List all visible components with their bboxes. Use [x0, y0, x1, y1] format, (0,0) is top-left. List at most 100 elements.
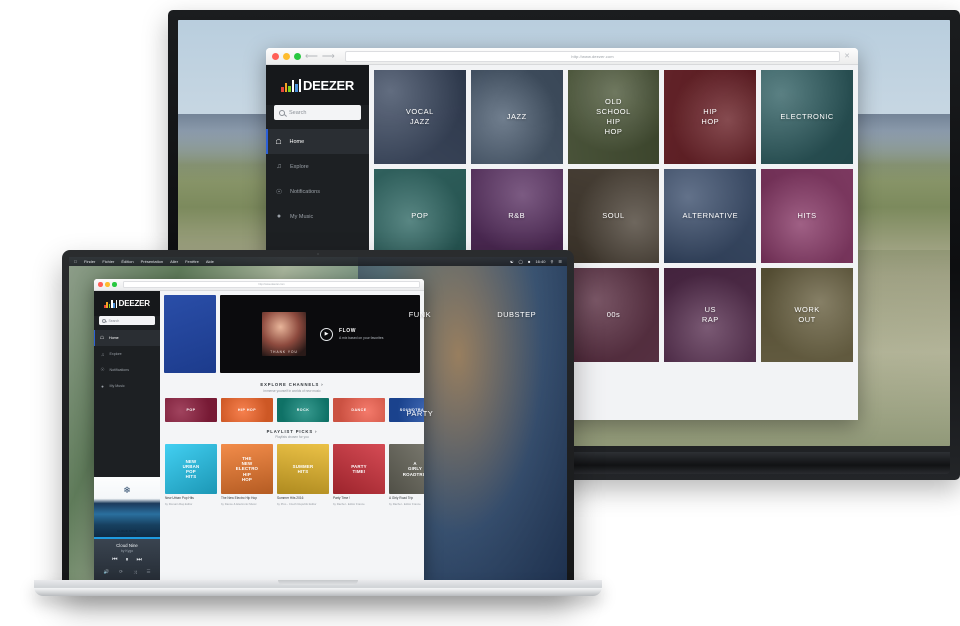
playlist-cover: SUMMER HITS [277, 444, 329, 494]
shuffle-button[interactable]: ⤨ [133, 570, 137, 575]
channel-tile[interactable]: HIP HOP [664, 70, 757, 164]
sidebar-item-my-music[interactable]: ● My Music [266, 204, 369, 229]
music-note-icon: ♫ [100, 351, 105, 357]
previous-button[interactable]: ⏮ [112, 557, 117, 564]
hero-side-card[interactable] [164, 295, 216, 373]
playlist-card[interactable]: THE NEW ELECTRO HIP HOP The New Electro Hip H… [221, 444, 273, 506]
tv-search-input[interactable]: Search [274, 105, 361, 120]
flow-title: FLOW [339, 328, 357, 334]
playlist-author: by Rachel - Editor France [333, 501, 365, 506]
channel-tile[interactable]: VOCAL JAZZ [374, 70, 466, 164]
channel-label: SOUL [602, 210, 625, 220]
laptop-url-bar[interactable]: http://www.deezer.com [123, 281, 420, 288]
now-playing-panel: ❄ CLOUD NINE Cloud Nine by Kygo ⏮ ⏸ ⏭ 🔊 … [94, 477, 160, 580]
channel-label: HIP HOP [701, 106, 720, 126]
menubar-item-aller[interactable]: Aller [170, 259, 178, 264]
snowflake-icon: ❄ [123, 485, 131, 495]
minimize-traffic-light[interactable] [105, 282, 110, 287]
now-playing-info: Cloud Nine by Kygo ⏮ ⏸ ⏭ 🔊 ⟳ ⤨ ☰ [94, 539, 160, 580]
explore-channel-card[interactable]: ROCK [277, 397, 329, 422]
repeat-button[interactable]: ⟳ [119, 569, 123, 575]
laptop-deezer-app: DEEZER Search ☖ Home ♫ Explore ☉ Notific… [94, 291, 424, 580]
sidebar-item-notifications[interactable]: ☉ Notifications [94, 362, 160, 378]
playlist-author: by Dance & Electronic Music [221, 501, 257, 506]
channel-tile[interactable]: WORK OUT [761, 268, 853, 362]
sidebar-item-notifications[interactable]: ☉ Notifications [266, 179, 369, 204]
sidebar-item-explore[interactable]: ♫ Explore [94, 346, 160, 362]
arrow-right-icon[interactable]: ⟶ [322, 51, 335, 61]
close-icon[interactable]: ✕ [844, 52, 852, 60]
search-icon[interactable]: ⚲ [550, 259, 553, 264]
play-icon[interactable]: ▶ [320, 327, 333, 341]
playlist-author: by Romain Rap Editor [165, 501, 193, 506]
menubar-item-aide[interactable]: Aide [206, 259, 214, 264]
sidebar-item-home[interactable]: ☖ Home [94, 330, 160, 346]
channel-label: US RAP [701, 304, 719, 324]
channel-tile[interactable]: US RAP [664, 268, 757, 362]
wifi-icon[interactable]: ◯ [519, 259, 523, 264]
tv-search-placeholder: Search [289, 109, 307, 116]
bluetooth-icon[interactable]: ☯ [510, 259, 514, 264]
menubar-item-finder[interactable]: Finder [84, 259, 95, 264]
menubar-clock[interactable]: 16:40 [535, 259, 545, 264]
channel-tile[interactable]: OLD SCHOOL HIP HOP [567, 70, 660, 164]
laptop-url-text: http://www.deezer.com [258, 283, 285, 286]
section-title[interactable]: EXPLORE CHANNELS › [160, 382, 424, 387]
channel-tile[interactable]: JAZZ [470, 70, 563, 164]
tv-url-bar[interactable]: http://www.deezer.com [344, 50, 841, 62]
minimize-traffic-light[interactable] [283, 52, 290, 60]
home-icon: ☖ [99, 335, 105, 340]
laptop-browser-titlebar: http://www.deezer.com [94, 279, 424, 291]
playlist-card[interactable]: SUMMER HITS Summer Hits 2016 by Pino - Czec… [277, 444, 329, 506]
menubar-item-fenetre[interactable]: Fenêtre [185, 259, 199, 264]
menubar-item-presentation[interactable]: Présentation [141, 259, 163, 264]
sidebar-item-explore[interactable]: ♫ Explore [266, 154, 369, 179]
pause-button[interactable]: ⏸ [125, 557, 128, 564]
deezer-logo[interactable]: DEEZER [266, 65, 369, 105]
sidebar-item-label: Notifications [290, 188, 320, 195]
section-title[interactable]: PLAYLIST PICKS › [160, 429, 424, 434]
laptop-search-input[interactable]: Search [99, 316, 155, 325]
battery-icon[interactable]: ■ [528, 259, 530, 264]
deezer-logo[interactable]: DEEZER [94, 291, 160, 316]
channel-label: DUBSTEP [497, 309, 537, 319]
zoom-traffic-light[interactable] [294, 52, 301, 60]
next-button[interactable]: ⏭ [137, 557, 142, 564]
search-icon [102, 318, 106, 323]
search-icon [279, 109, 285, 116]
menu-icon[interactable]: ☰ [558, 259, 562, 264]
channel-tile[interactable]: ALTERNATIVE [664, 169, 757, 263]
menubar-item-fichier[interactable]: Fichier [102, 259, 114, 264]
playlist-cover: PARTY TIME! [333, 444, 385, 494]
playlist-card[interactable]: NEW URBAN POP HITS New Urban Pop Hits by Roma… [165, 444, 217, 506]
explore-channel-card[interactable]: DANCE [333, 397, 385, 422]
apple-icon[interactable]:  [74, 259, 77, 264]
channel-tile[interactable]: ELECTRONIC [761, 70, 853, 164]
sidebar-item-my-music[interactable]: ● My Music [94, 378, 160, 394]
arrow-left-icon[interactable]: ⟵ [305, 51, 318, 61]
explore-channel-card[interactable]: POP [165, 397, 217, 422]
playlist-card[interactable]: AGIRLYROADTRIP A Girly Road Tripby Rachel… [389, 444, 424, 506]
channel-tile[interactable]: R&B [470, 169, 563, 263]
playlist-name: Summer Hits 2016 [277, 496, 304, 500]
channel-tile[interactable]: POP [374, 169, 466, 263]
volume-button[interactable]: 🔊 [103, 569, 109, 575]
laptop-main-content: ▶ FLOW A mix based on your favorites EXP… [160, 291, 424, 580]
channel-tile[interactable]: SOUL [567, 169, 660, 263]
channel-tile[interactable]: HITS [761, 169, 853, 263]
scene-root: ⟵ ⟶ http://www.deezer.com ✕ DEEZER Searc… [0, 0, 960, 626]
channel-tile[interactable]: 00s [567, 268, 660, 362]
channel-label: FUNK [408, 309, 432, 319]
menubar-item-edition[interactable]: Édition [121, 259, 133, 264]
queue-button[interactable]: ☰ [146, 569, 150, 575]
flow-banner[interactable]: ▶ FLOW A mix based on your favorites [220, 295, 420, 373]
sidebar-item-home[interactable]: ☖ Home [266, 129, 369, 154]
zoom-traffic-light[interactable] [112, 282, 117, 287]
laptop-screen:  Finder Fichier Édition Présentation Al… [69, 257, 567, 584]
sidebar-item-label: Explore [109, 352, 122, 356]
playlist-card[interactable]: PARTY TIME! Party Time ! by Rachel - Editor… [333, 444, 385, 506]
close-traffic-light[interactable] [272, 52, 279, 60]
close-traffic-light[interactable] [98, 282, 103, 287]
laptop-search-placeholder: Search [108, 318, 120, 323]
explore-channel-card[interactable]: HIP HOP [221, 397, 273, 422]
